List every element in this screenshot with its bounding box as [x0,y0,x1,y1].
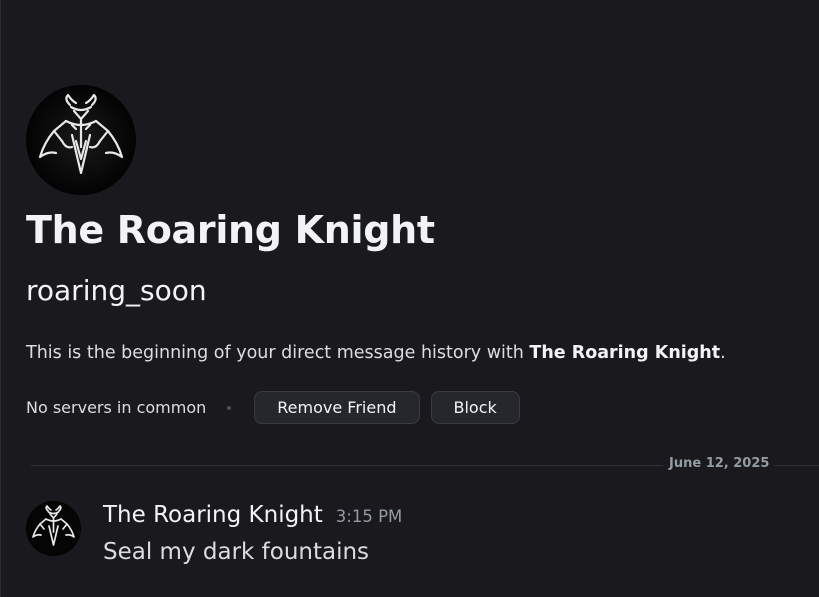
block-button[interactable]: Block [430,391,520,424]
intro-name: The Roaring Knight [529,343,721,363]
intro-suffix: . [720,343,726,363]
intro-prefix: This is the beginning of your direct mes… [26,343,530,363]
dm-channel-view: The Roaring Knight roaring_soon This is … [0,0,819,597]
remove-friend-button[interactable]: Remove Friend [254,391,420,424]
date-divider-line-right [774,465,819,466]
profile-actions: No servers in common Remove Friend Block [26,391,520,424]
separator-dot [227,405,232,410]
message-avatar[interactable] [26,501,81,556]
profile-avatar[interactable] [26,85,136,195]
message-author[interactable]: The Roaring Knight [103,502,323,528]
dm-intro-text: This is the beginning of your direct mes… [26,343,726,363]
knight-emblem-icon [26,85,136,195]
profile-username: roaring_soon [26,274,207,307]
date-divider-line-left [31,465,663,466]
date-divider: June 12, 2025 [669,456,770,471]
message-header: The Roaring Knight 3:15 PM [103,502,402,528]
knight-emblem-icon [26,501,81,556]
message-timestamp: 3:15 PM [335,507,403,526]
mutual-servers-text: No servers in common [26,398,207,417]
profile-display-name: The Roaring Knight [26,208,435,252]
message-content: Seal my dark fountains [103,539,370,565]
